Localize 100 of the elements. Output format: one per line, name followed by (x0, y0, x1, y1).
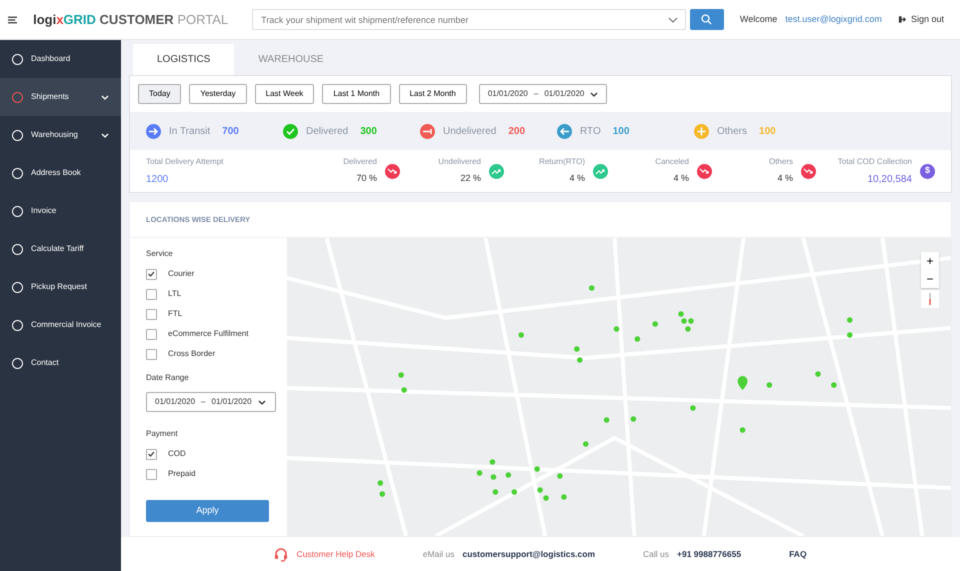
map-dot[interactable] (506, 472, 512, 478)
tab[interactable]: LOGISTICS (133, 44, 234, 75)
email-link[interactable]: customersupport@logistics.com (462, 548, 596, 560)
period-button[interactable]: Today (138, 84, 182, 104)
map-dot[interactable] (492, 489, 498, 495)
metric-label: Undelivered (438, 156, 481, 168)
chevron-down-icon[interactable] (668, 17, 678, 23)
trend-down-icon (697, 164, 712, 178)
map-dot[interactable] (490, 474, 496, 480)
compass-icon[interactable] (921, 290, 939, 308)
metric-label: Total Delivery Attempt (146, 156, 224, 168)
checkbox[interactable] (146, 328, 157, 340)
checkbox[interactable] (146, 288, 157, 300)
filter-label: Service (146, 248, 174, 260)
map-dot[interactable] (846, 317, 853, 323)
phone-number: +91 9988776655 (677, 548, 742, 560)
checkbox[interactable] (146, 348, 157, 360)
trend-up-icon (593, 164, 608, 178)
checkbox-label[interactable]: eCommerce Fulfilment (168, 328, 248, 340)
map-dot[interactable] (380, 491, 386, 497)
status-label: RTO (580, 124, 601, 138)
date-range-picker[interactable]: 01/01/2020 – 01/01/2020 (478, 84, 608, 104)
zoom-in-button[interactable]: + (921, 252, 939, 270)
period-button[interactable]: Last 1 Month (322, 84, 391, 104)
checkbox[interactable] (146, 308, 157, 320)
map-dot[interactable] (690, 405, 696, 411)
helpdesk-link[interactable]: Customer Help Desk (296, 548, 375, 560)
metric-label: Total COD Collection (838, 156, 912, 168)
user-link[interactable]: test.user@logixgrid.com (785, 12, 882, 26)
checkbox[interactable] (146, 448, 157, 460)
sign-out-link[interactable]: Sign out (910, 12, 944, 26)
map-dot[interactable] (678, 311, 684, 317)
map-dot[interactable] (401, 387, 407, 393)
map-dot[interactable] (582, 441, 589, 447)
map-dot[interactable] (614, 326, 620, 332)
checkbox-label[interactable]: Cross Border (168, 348, 216, 360)
map-dot[interactable] (831, 382, 837, 388)
map-dot[interactable] (588, 285, 594, 291)
map-dot[interactable] (518, 332, 524, 338)
map-dot[interactable] (815, 371, 821, 377)
faq-link[interactable]: FAQ (789, 548, 807, 560)
map-dot[interactable] (543, 495, 549, 501)
map-dot[interactable] (557, 473, 563, 479)
map-dot[interactable] (685, 326, 691, 332)
metric-value: 4 % (777, 172, 793, 186)
sign-out-icon[interactable] (898, 15, 907, 24)
map-dot[interactable] (512, 489, 518, 495)
apply-button[interactable]: Apply (146, 500, 269, 522)
sidebar-item[interactable]: Shipments (0, 78, 121, 116)
trend-up-icon (489, 164, 504, 178)
map-dot[interactable] (846, 332, 853, 338)
checkbox[interactable] (146, 468, 157, 480)
map-dot[interactable] (577, 357, 583, 363)
map-dot[interactable] (378, 480, 384, 486)
checkbox-label[interactable]: LTL (168, 288, 182, 300)
search-field[interactable]: Track your shipment wit shipment/reference number (252, 9, 686, 30)
map-dot[interactable] (766, 382, 772, 388)
checkbox-label[interactable]: FTL (168, 308, 182, 320)
chevron-down-icon[interactable] (258, 400, 266, 404)
menu-icon[interactable] (8, 16, 18, 24)
trend-down-icon (385, 164, 400, 178)
checkbox-label[interactable]: Prepaid (168, 468, 196, 480)
map-dot[interactable] (490, 459, 496, 465)
map-dot[interactable] (476, 470, 482, 476)
sidebar-item[interactable]: Contact (0, 344, 121, 382)
map-dot[interactable] (398, 372, 404, 378)
checkbox[interactable] (146, 268, 157, 280)
map-dot[interactable] (561, 494, 567, 500)
status-value: 100 (612, 124, 630, 138)
sidebar-item[interactable]: Commercial Invoice (0, 306, 121, 344)
checkbox-label[interactable]: COD (168, 448, 186, 460)
map-dot[interactable] (534, 466, 540, 472)
sidebar-item[interactable]: Invoice (0, 192, 121, 230)
dollar-icon: $ (920, 164, 935, 178)
sidebar-item[interactable]: Warehousing (0, 116, 121, 154)
map-dot[interactable] (604, 417, 610, 423)
sidebar-item[interactable]: Dashboard (0, 40, 121, 78)
period-button[interactable]: Last Week (254, 84, 314, 104)
period-button[interactable]: Yesterday (189, 84, 247, 104)
sidebar-item[interactable]: Pickup Request (0, 268, 121, 306)
metric-label: Others (768, 156, 793, 168)
map-pin-icon[interactable] (738, 376, 748, 390)
map-dot[interactable] (681, 318, 687, 324)
sidebar-item[interactable]: Calculate Tariff (0, 230, 121, 268)
chevron-down-icon[interactable] (590, 92, 598, 96)
map-dot[interactable] (740, 427, 746, 433)
zoom-out-button[interactable]: − (921, 270, 939, 288)
status-label: Others (717, 124, 748, 138)
period-button[interactable]: Last 2 Month (398, 84, 467, 104)
search-button[interactable] (690, 9, 724, 30)
map-dot[interactable] (634, 336, 640, 342)
map-dot[interactable] (688, 318, 694, 324)
status-label: In Transit (169, 124, 210, 138)
sidebar-item[interactable]: Address Book (0, 154, 121, 192)
checkbox-label[interactable]: Courier (168, 268, 194, 280)
map-dot[interactable] (537, 487, 543, 493)
map-dot[interactable] (630, 416, 636, 422)
map-dot[interactable] (574, 346, 580, 352)
date-range-picker[interactable]: 01/01/2020 – 01/01/2020 (146, 392, 276, 412)
map-dot[interactable] (652, 321, 658, 327)
